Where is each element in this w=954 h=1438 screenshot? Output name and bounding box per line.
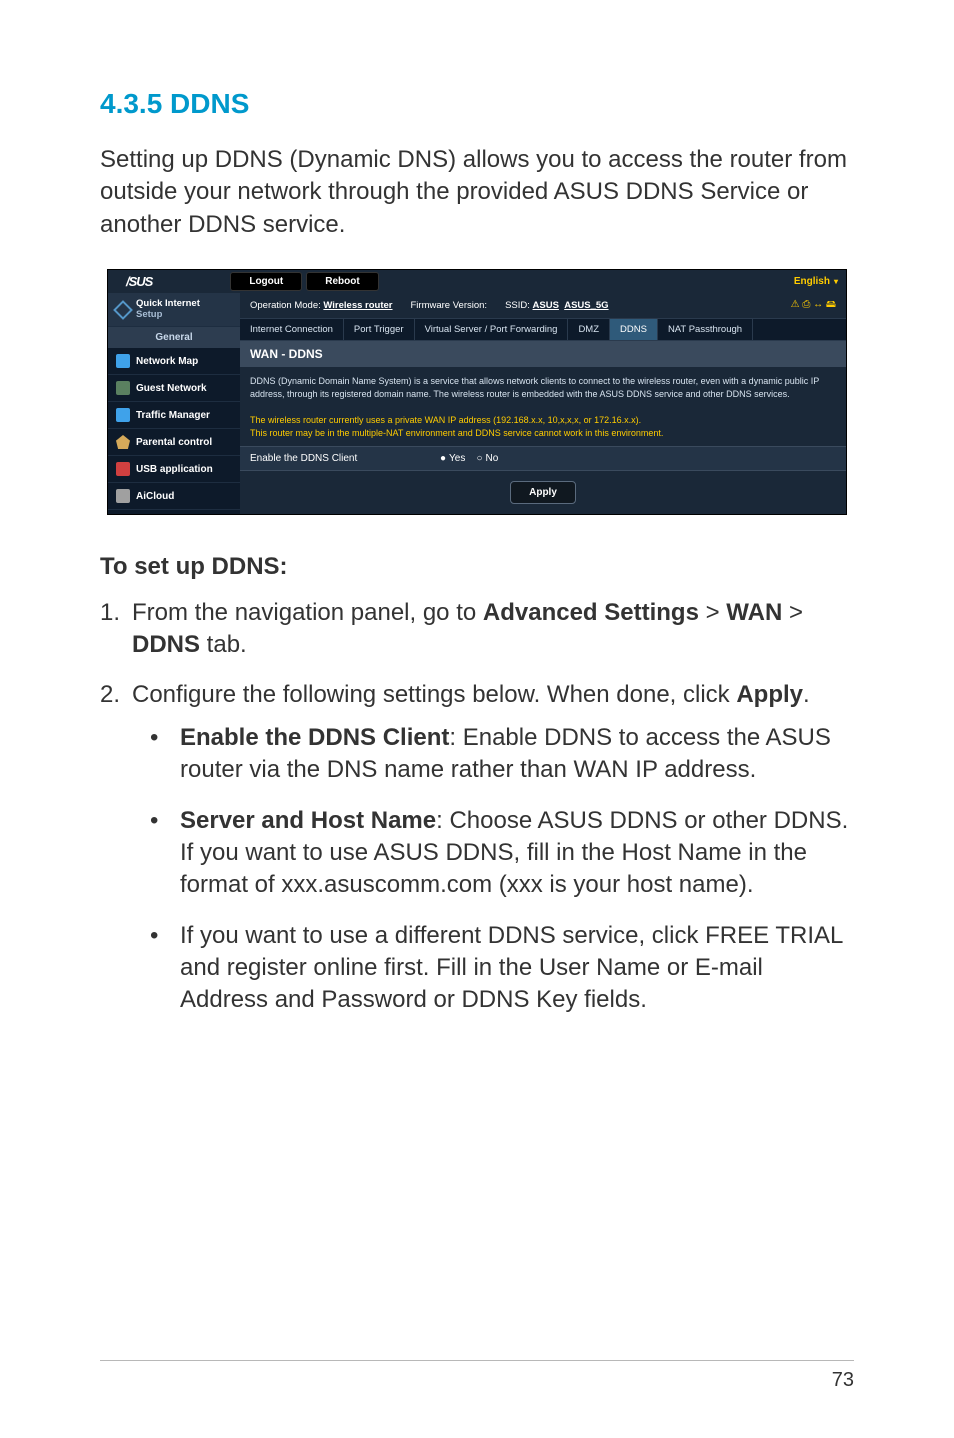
panel-description: DDNS (Dynamic Domain Name System) is a s… bbox=[240, 367, 846, 408]
status-icons: ⚠ ⎙ ↔ 🖴 bbox=[791, 297, 836, 314]
cloud-icon bbox=[116, 489, 130, 503]
sidebar-item-traffic-manager[interactable]: Traffic Manager bbox=[108, 402, 240, 429]
traffic-manager-icon bbox=[116, 408, 130, 422]
router-screenshot: /SUS Logout Reboot English Quick Interne… bbox=[107, 269, 847, 514]
panel-warning: The wireless router currently uses a pri… bbox=[240, 408, 846, 445]
apply-button[interactable]: Apply bbox=[510, 481, 576, 504]
radio-yes[interactable] bbox=[440, 453, 449, 464]
sidebar-heading-general: General bbox=[108, 327, 240, 348]
operation-mode-link[interactable]: Wireless router bbox=[323, 300, 392, 311]
step-1: From the navigation panel, go to Advance… bbox=[100, 597, 854, 662]
sidebar-item-usb-application[interactable]: USB application bbox=[108, 456, 240, 483]
sidebar-quick-setup[interactable]: Quick Internet Setup bbox=[108, 293, 240, 327]
bullet-server-hostname: Server and Host Name: Choose ASUS DDNS o… bbox=[140, 805, 854, 902]
guest-network-icon bbox=[116, 381, 130, 395]
sidebar-item-guest-network[interactable]: Guest Network bbox=[108, 375, 240, 402]
instructions-heading: To set up DDNS: bbox=[100, 553, 854, 581]
network-map-icon bbox=[116, 354, 130, 368]
sidebar: Quick Internet Setup General Network Map… bbox=[108, 293, 240, 513]
enable-ddns-row: Enable the DDNS Client Yes No bbox=[240, 446, 846, 471]
ssid-link-1[interactable]: ASUS bbox=[533, 300, 559, 311]
sidebar-item-parental-control[interactable]: Parental control bbox=[108, 429, 240, 456]
usb-icon bbox=[116, 462, 130, 476]
language-selector[interactable]: English bbox=[794, 276, 846, 287]
sidebar-item-aicloud[interactable]: AiCloud bbox=[108, 483, 240, 510]
info-bar: Operation Mode: Wireless router Firmware… bbox=[240, 293, 846, 318]
sidebar-item-network-map[interactable]: Network Map bbox=[108, 348, 240, 375]
tab-virtual-server[interactable]: Virtual Server / Port Forwarding bbox=[415, 319, 569, 340]
parental-control-icon bbox=[116, 435, 130, 449]
ssid-link-2[interactable]: ASUS_5G bbox=[564, 300, 608, 311]
page-footer: 73 bbox=[100, 1360, 854, 1392]
asus-logo: /SUS bbox=[108, 270, 170, 293]
instruction-steps: From the navigation panel, go to Advance… bbox=[100, 597, 854, 1017]
bullet-other-service: If you want to use a different DDNS serv… bbox=[140, 920, 854, 1017]
reboot-button[interactable]: Reboot bbox=[306, 272, 378, 291]
wand-icon bbox=[113, 300, 133, 320]
tab-nat-passthrough[interactable]: NAT Passthrough bbox=[658, 319, 753, 340]
radio-no[interactable] bbox=[477, 453, 486, 464]
tab-ddns[interactable]: DDNS bbox=[610, 319, 658, 340]
tab-port-trigger[interactable]: Port Trigger bbox=[344, 319, 415, 340]
tab-dmz[interactable]: DMZ bbox=[568, 319, 610, 340]
page-number: 73 bbox=[832, 1369, 854, 1391]
panel-title: WAN - DDNS bbox=[240, 341, 846, 367]
logout-button[interactable]: Logout bbox=[230, 272, 302, 291]
bullet-enable-ddns: Enable the DDNS Client: Enable DDNS to a… bbox=[140, 722, 854, 787]
section-title: 4.3.5 DDNS bbox=[100, 88, 854, 120]
step-2: Configure the following settings below. … bbox=[100, 679, 854, 1017]
tab-internet-connection[interactable]: Internet Connection bbox=[240, 319, 344, 340]
intro-paragraph: Setting up DDNS (Dynamic DNS) allows you… bbox=[100, 144, 854, 241]
